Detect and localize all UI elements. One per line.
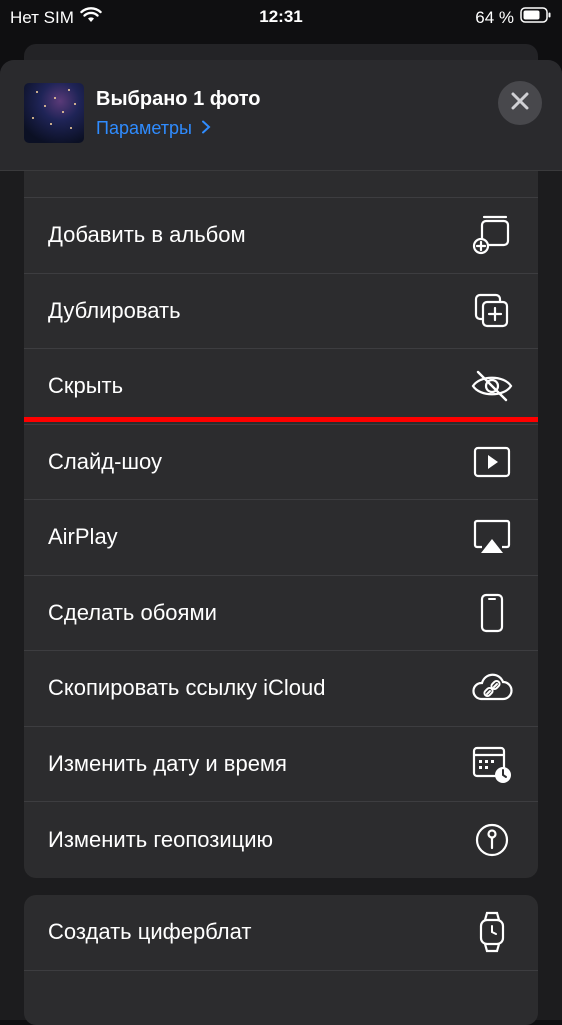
add-to-album-icon [470,213,514,257]
action-label: Дублировать [48,298,181,324]
create-watch-face-button[interactable]: Создать циферблат [24,895,538,971]
airplay-button[interactable]: AirPlay [24,500,538,576]
airplay-icon [470,515,514,559]
secondary-actions-list: Создать циферблат [24,895,538,1025]
battery-percent: 64 % [475,8,514,28]
hide-eye-icon [470,364,514,408]
add-to-album-button[interactable]: Добавить в альбом [24,198,538,274]
share-sheet-header: Выбрано 1 фото Параметры [0,60,562,171]
photo-thumbnail[interactable] [24,83,84,143]
close-icon [511,92,529,115]
close-button[interactable] [498,81,542,125]
action-label: AirPlay [48,524,118,550]
action-label: Сделать обоями [48,600,217,626]
duplicate-icon [470,289,514,333]
status-bar: Нет SIM 12:31 64 % [0,0,562,34]
hide-button[interactable]: Скрыть [24,349,538,425]
set-wallpaper-button[interactable]: Сделать обоями [24,576,538,652]
action-label: Скрыть [48,373,123,399]
action-label: Изменить геопозицию [48,827,273,853]
action-label: Изменить дату и время [48,751,287,777]
selection-title: Выбрано 1 фото [96,88,260,111]
action-label: Создать циферблат [48,919,251,945]
phone-wallpaper-icon [470,591,514,635]
duplicate-button[interactable]: Дублировать [24,274,538,350]
battery-icon [520,7,552,28]
icloud-link-icon [470,666,514,710]
copy-icloud-link-button[interactable]: Скопировать ссылку iCloud [24,651,538,727]
options-link-label: Параметры [96,118,192,138]
watch-icon [470,910,514,954]
list-item-partial[interactable] [24,971,538,1025]
location-pin-icon [470,818,514,862]
action-label: Добавить в альбом [48,222,246,248]
highlight-underline [24,417,538,422]
action-label: Скопировать ссылку iCloud [48,675,326,701]
adjust-date-time-button[interactable]: Изменить дату и время [24,727,538,803]
slideshow-button[interactable]: Слайд-шоу [24,425,538,501]
slideshow-play-icon [470,440,514,484]
folder-icon [470,986,514,1025]
options-link[interactable]: Параметры [96,118,211,139]
adjust-location-button[interactable]: Изменить геопозицию [24,802,538,878]
chevron-right-icon [197,118,211,138]
actions-list: Добавить в альбом Дублировать Скрыть [24,150,538,878]
calendar-clock-icon [470,742,514,786]
action-label: Слайд-шоу [48,449,162,475]
battery-group: 64 % [475,7,552,28]
